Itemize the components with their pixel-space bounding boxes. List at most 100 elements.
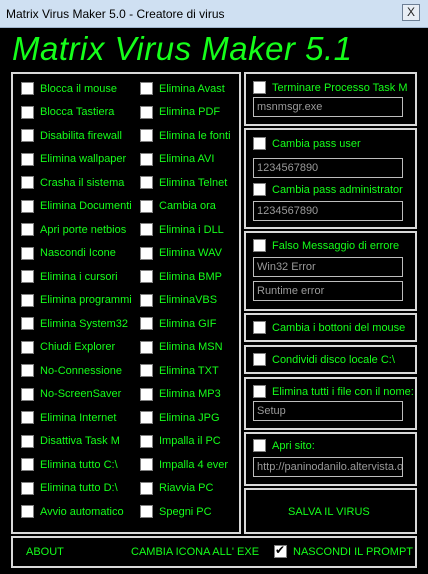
about-button[interactable]: ABOUT (26, 546, 64, 558)
checkbox-box[interactable] (140, 223, 153, 236)
option-col1-checkbox[interactable]: No-Connessione (21, 364, 122, 377)
checkbox-box[interactable] (21, 411, 34, 424)
checkbox-box[interactable] (140, 152, 153, 166)
checkbox-box[interactable] (21, 434, 34, 448)
checkbox-box[interactable] (253, 353, 266, 366)
option-col1-checkbox[interactable]: Elimina Internet (21, 411, 116, 424)
checkbox-box[interactable] (140, 199, 153, 213)
checkbox-box[interactable] (140, 246, 153, 260)
option-col2-checkbox[interactable]: Elimina JPG (140, 411, 220, 424)
checkbox-box[interactable] (140, 176, 153, 189)
option-col2-checkbox[interactable]: Impalla 4 ever (140, 458, 228, 471)
option-col2-checkbox[interactable]: Elimina i DLL (140, 223, 224, 236)
checkbox-box[interactable] (140, 293, 153, 307)
open-site-checkbox[interactable]: Apri sito: (253, 439, 315, 452)
checkbox-box[interactable] (21, 246, 34, 260)
option-col2-checkbox[interactable]: Spegni PC (140, 505, 212, 518)
checkbox-box-checked[interactable] (274, 543, 287, 558)
checkbox-box[interactable] (140, 364, 153, 377)
close-button[interactable]: X (402, 4, 420, 21)
checkbox-box[interactable] (21, 505, 34, 518)
option-col1-checkbox[interactable]: Elimina programmi (21, 293, 132, 307)
checkbox-box[interactable] (253, 385, 266, 398)
option-col2-checkbox[interactable]: Elimina WAV (140, 246, 222, 260)
checkbox-box[interactable] (21, 293, 34, 307)
option-col2-checkbox[interactable]: Elimina PDF (140, 105, 220, 119)
checkbox-box[interactable] (21, 458, 34, 471)
option-col2-checkbox[interactable]: Elimina MSN (140, 340, 223, 354)
option-col1-checkbox[interactable]: Apri porte netbios (21, 223, 126, 236)
checkbox-box[interactable] (140, 82, 153, 95)
admin-pass-input[interactable]: 1234567890 (253, 201, 403, 221)
checkbox-box[interactable] (21, 199, 34, 213)
user-pass-input[interactable]: 1234567890 (253, 158, 403, 178)
swap-mouse-buttons-checkbox[interactable]: Cambia i bottoni del mouse (253, 321, 405, 334)
option-col1-checkbox[interactable]: Crasha il sistema (21, 176, 124, 189)
checkbox-box[interactable] (21, 82, 34, 95)
option-col1-checkbox[interactable]: Elimina System32 (21, 317, 128, 330)
checkbox-box[interactable] (140, 458, 153, 471)
option-col2-checkbox[interactable]: Cambia ora (140, 199, 216, 213)
option-col2-checkbox[interactable]: Elimina MP3 (140, 387, 221, 401)
checkbox-box[interactable] (253, 137, 266, 150)
checkbox-box[interactable] (253, 321, 266, 334)
checkbox-box[interactable] (140, 340, 153, 354)
option-col1-checkbox[interactable]: Chiudi Explorer (21, 340, 115, 354)
kill-task-checkbox[interactable]: Terminare Processo Task M (253, 81, 408, 94)
checkbox-box[interactable] (140, 411, 153, 424)
checkbox-box[interactable] (140, 105, 153, 119)
change-icon-button[interactable]: CAMBIA ICONA ALL' EXE (131, 546, 259, 558)
checkbox-box[interactable] (21, 364, 34, 377)
delete-files-name-input[interactable]: Setup (253, 401, 403, 421)
checkbox-box[interactable] (140, 505, 153, 518)
checkbox-box[interactable] (21, 129, 34, 142)
option-col1-checkbox[interactable]: No-ScreenSaver (21, 387, 121, 401)
checkbox-box[interactable] (21, 223, 34, 236)
option-col1-checkbox[interactable]: Elimina i cursori (21, 270, 118, 283)
checkbox-box[interactable] (21, 176, 34, 189)
option-col1-checkbox[interactable]: Disattiva Task M (21, 434, 120, 448)
checkbox-box[interactable] (140, 481, 153, 495)
option-col1-checkbox[interactable]: Elimina tutto C:\ (21, 458, 118, 471)
checkbox-box[interactable] (21, 105, 34, 119)
option-col1-checkbox[interactable]: Elimina Documenti (21, 199, 132, 213)
checkbox-box[interactable] (253, 439, 266, 452)
share-disk-checkbox[interactable]: Condividi disco locale C:\ (253, 353, 395, 366)
option-col1-checkbox[interactable]: Avvio automatico (21, 505, 124, 518)
option-col2-checkbox[interactable]: Elimina BMP (140, 270, 222, 283)
checkbox-box[interactable] (140, 317, 153, 330)
checkbox-box[interactable] (21, 270, 34, 283)
checkbox-box[interactable] (140, 434, 153, 448)
checkbox-box[interactable] (21, 317, 34, 330)
change-admin-pass-checkbox[interactable]: Cambia pass administrator (253, 183, 403, 196)
fake-error-checkbox[interactable]: Falso Messaggio di errore (253, 239, 399, 252)
option-col1-checkbox[interactable]: Elimina wallpaper (21, 152, 126, 166)
error-title-input[interactable]: Win32 Error (253, 257, 403, 277)
checkbox-box[interactable] (253, 239, 266, 252)
option-col2-checkbox[interactable]: Elimina GIF (140, 317, 216, 330)
option-col1-checkbox[interactable]: Disabilita firewall (21, 129, 122, 142)
checkbox-box[interactable] (21, 387, 34, 401)
option-col2-checkbox[interactable]: Riavvia PC (140, 481, 213, 495)
option-col2-checkbox[interactable]: EliminaVBS (140, 293, 217, 307)
option-col1-checkbox[interactable]: Nascondi Icone (21, 246, 116, 260)
option-col2-checkbox[interactable]: Elimina Telnet (140, 176, 227, 189)
delete-files-checkbox[interactable]: Elimina tutti i file con il nome: (253, 385, 414, 398)
checkbox-box[interactable] (140, 387, 153, 401)
change-user-pass-checkbox[interactable]: Cambia pass user (253, 137, 361, 150)
option-col2-checkbox[interactable]: Elimina TXT (140, 364, 219, 377)
option-col1-checkbox[interactable]: Blocca il mouse (21, 82, 117, 95)
option-col2-checkbox[interactable]: Elimina le fonti (140, 129, 231, 142)
checkbox-box[interactable] (21, 481, 34, 495)
checkbox-box[interactable] (140, 129, 153, 142)
checkbox-box[interactable] (21, 152, 34, 166)
hide-prompt-checkbox[interactable]: NASCONDI IL PROMPT (274, 543, 413, 558)
error-message-input[interactable]: Runtime error (253, 281, 403, 301)
checkbox-box[interactable] (21, 340, 34, 354)
checkbox-box[interactable] (253, 183, 266, 196)
option-col1-checkbox[interactable]: Blocca Tastiera (21, 105, 114, 119)
option-col1-checkbox[interactable]: Elimina tutto D:\ (21, 481, 118, 495)
checkbox-box[interactable] (140, 270, 153, 283)
option-col2-checkbox[interactable]: Elimina AVI (140, 152, 214, 166)
site-url-input[interactable]: http://paninodanilo.altervista.or (253, 457, 403, 477)
